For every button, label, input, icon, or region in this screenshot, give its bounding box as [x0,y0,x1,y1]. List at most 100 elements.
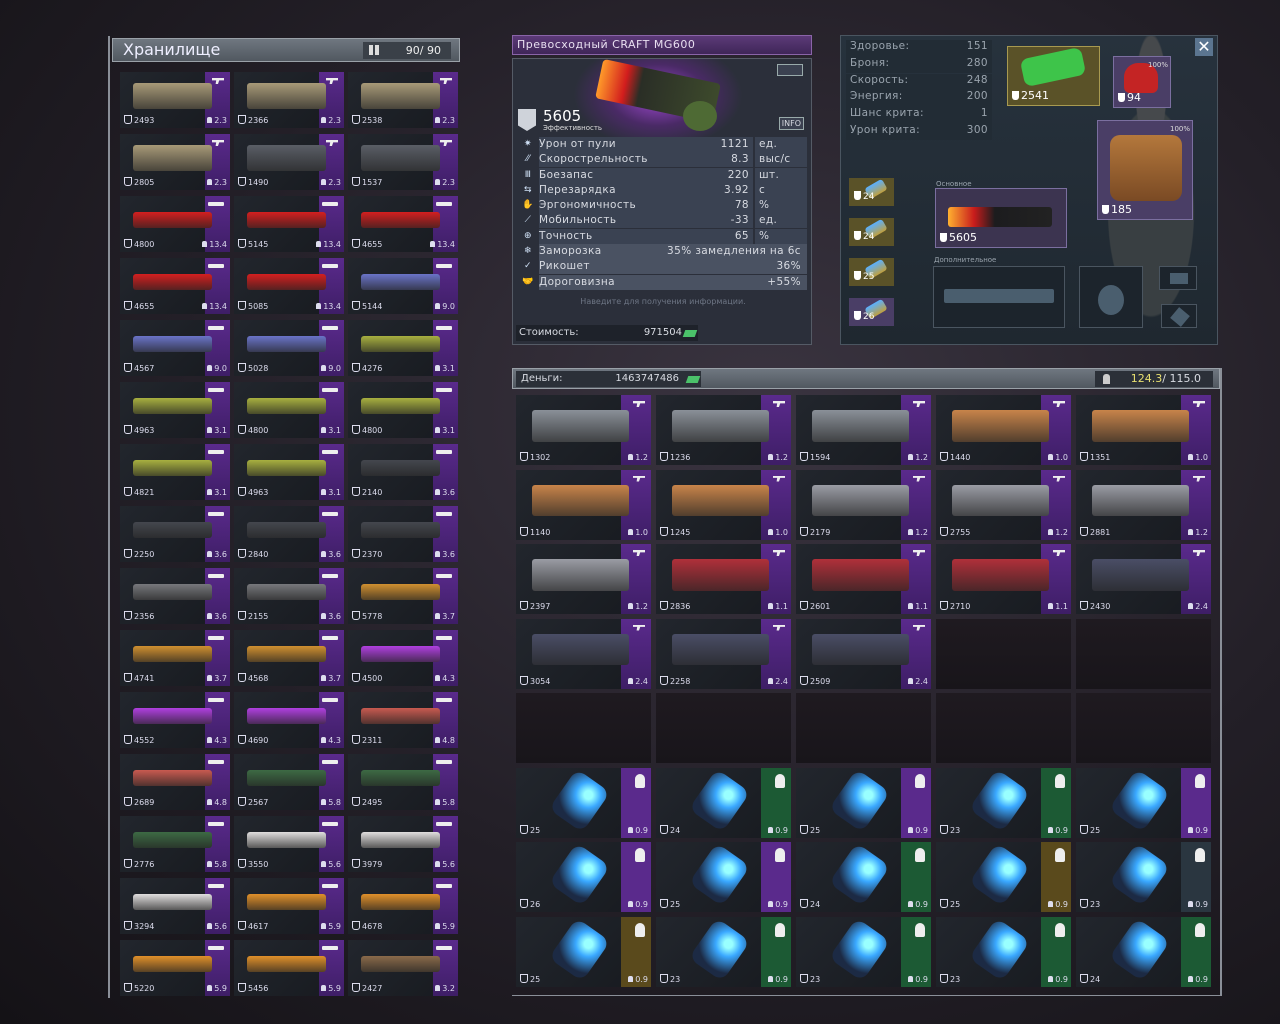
storage-item[interactable]: 2250 3.6 [120,506,230,562]
storage-item[interactable]: 4500 4.3 [348,630,458,686]
storage-item[interactable]: 4567 9.0 [120,320,230,376]
inventory-item[interactable]: 24 0.9 [796,842,931,912]
storage-item[interactable]: 4678 5.9 [348,878,458,934]
inventory-item[interactable]: 25 0.9 [656,842,791,912]
consumable-slot[interactable]: 24 [849,218,894,246]
storage-item[interactable]: 3294 5.6 [120,878,230,934]
storage-item[interactable]: 4800 3.1 [348,382,458,438]
inventory-item[interactable]: 24 0.9 [1076,916,1211,987]
medkit-slot[interactable] [1159,266,1197,290]
inventory-item[interactable]: 26 0.9 [516,842,651,912]
storage-item[interactable]: 4963 3.1 [234,444,344,500]
storage-item[interactable]: 3550 5.6 [234,816,344,872]
inventory-item[interactable]: 25 0.9 [516,767,651,838]
info-button[interactable]: INFO [778,117,804,130]
grenade-slot[interactable] [1079,266,1143,328]
storage-item[interactable]: 2311 4.8 [348,692,458,748]
close-button[interactable]: ✕ [1195,38,1213,56]
empty-slot[interactable] [1076,618,1211,689]
inventory-item[interactable]: 1440 1.0 [936,395,1071,465]
empty-slot[interactable] [936,693,1071,763]
inventory-item[interactable]: 2258 2.4 [656,618,791,689]
storage-item[interactable]: 4800 3.1 [234,382,344,438]
storage-item[interactable]: 2356 3.6 [120,568,230,624]
inventory-item[interactable]: 25 0.9 [936,842,1071,912]
consumable-slot[interactable]: 26 [849,298,894,326]
inventory-item[interactable]: 2601 1.1 [796,544,931,614]
storage-item[interactable]: 5144 9.0 [348,258,458,314]
inventory-item[interactable]: 23 0.9 [796,916,931,987]
helmet-slot[interactable]: 100% 94 [1113,56,1171,108]
inventory-item[interactable]: 24 0.9 [656,767,791,838]
inventory-item[interactable]: 1236 1.2 [656,395,791,465]
storage-item[interactable]: 2140 3.6 [348,444,458,500]
storage-item[interactable]: 4655 13.4 [348,196,458,252]
backpack-slot[interactable]: 2541 [1007,46,1100,106]
secondary-weapon-slot[interactable] [933,266,1065,328]
storage-item[interactable]: 2370 3.6 [348,506,458,562]
storage-item[interactable]: 2366 2.3 [234,72,344,128]
battery-slot[interactable] [1161,304,1197,328]
inventory-item[interactable]: 2710 1.1 [936,544,1071,614]
storage-item[interactable]: 2805 2.3 [120,134,230,190]
inventory-item[interactable]: 1245 1.0 [656,469,791,540]
inventory-item[interactable]: 2430 2.4 [1076,544,1211,614]
consumable-slot[interactable]: 24 [849,178,894,206]
storage-item[interactable]: 4963 3.1 [120,382,230,438]
storage-item[interactable]: 5085 13.4 [234,258,344,314]
inventory-item[interactable]: 2881 1.2 [1076,469,1211,540]
storage-item[interactable]: 2493 2.3 [120,72,230,128]
storage-item[interactable]: 2538 2.3 [348,72,458,128]
storage-item[interactable]: 4690 4.3 [234,692,344,748]
storage-item[interactable]: 2840 3.6 [234,506,344,562]
storage-item[interactable]: 2776 5.8 [120,816,230,872]
inventory-item[interactable]: 1140 1.0 [516,469,651,540]
special-stat-row[interactable]: ❄ Заморозка 35% замедления на 6с [517,244,807,260]
storage-item[interactable]: 4800 13.4 [120,196,230,252]
inventory-item[interactable]: 23 0.9 [936,767,1071,838]
inventory-item[interactable]: 23 0.9 [656,916,791,987]
inventory-item[interactable]: 25 0.9 [796,767,931,838]
storage-item[interactable]: 4568 3.7 [234,630,344,686]
storage-item[interactable]: 4655 13.4 [120,258,230,314]
storage-item[interactable]: 2495 5.8 [348,754,458,810]
inventory-item[interactable]: 1351 1.0 [1076,395,1211,465]
empty-slot[interactable] [936,618,1071,689]
inventory-item[interactable]: 1302 1.2 [516,395,651,465]
storage-item[interactable]: 1537 2.3 [348,134,458,190]
storage-item[interactable]: 2689 4.8 [120,754,230,810]
inventory-item[interactable]: 25 0.9 [1076,767,1211,838]
storage-item[interactable]: 5145 13.4 [234,196,344,252]
storage-item[interactable]: 3979 5.6 [348,816,458,872]
empty-slot[interactable] [656,693,791,763]
storage-item[interactable]: 4821 3.1 [120,444,230,500]
storage-item[interactable]: 4276 3.1 [348,320,458,376]
storage-item[interactable]: 5028 9.0 [234,320,344,376]
inventory-item[interactable]: 23 0.9 [936,916,1071,987]
special-stat-row[interactable]: ✓ Рикошет 36% [517,259,807,275]
inventory-item[interactable]: 23 0.9 [1076,842,1211,912]
inventory-item[interactable]: 2836 1.1 [656,544,791,614]
empty-slot[interactable] [796,693,931,763]
storage-item[interactable]: 5778 3.7 [348,568,458,624]
primary-weapon-slot[interactable]: 5605 [935,188,1067,248]
storage-item[interactable]: 4552 4.3 [120,692,230,748]
inventory-item[interactable]: 2397 1.2 [516,544,651,614]
storage-item[interactable]: 5456 5.9 [234,940,344,996]
storage-item[interactable]: 4741 3.7 [120,630,230,686]
storage-item[interactable]: 1490 2.3 [234,134,344,190]
empty-slot[interactable] [1076,693,1211,763]
storage-item[interactable]: 5220 5.9 [120,940,230,996]
inventory-item[interactable]: 2179 1.2 [796,469,931,540]
inventory-item[interactable]: 3054 2.4 [516,618,651,689]
storage-item[interactable]: 2155 3.6 [234,568,344,624]
inventory-item[interactable]: 2755 1.2 [936,469,1071,540]
inventory-item[interactable]: 2509 2.4 [796,618,931,689]
storage-item[interactable]: 2567 5.8 [234,754,344,810]
consumable-slot[interactable]: 25 [849,258,894,286]
storage-item[interactable]: 2427 3.2 [348,940,458,996]
inventory-item[interactable]: 1594 1.2 [796,395,931,465]
vest-slot[interactable]: 100% 185 [1097,120,1193,220]
special-stat-row[interactable]: 🤝 Дороговизна +55% [517,274,807,290]
inventory-item[interactable]: 25 0.9 [516,916,651,987]
